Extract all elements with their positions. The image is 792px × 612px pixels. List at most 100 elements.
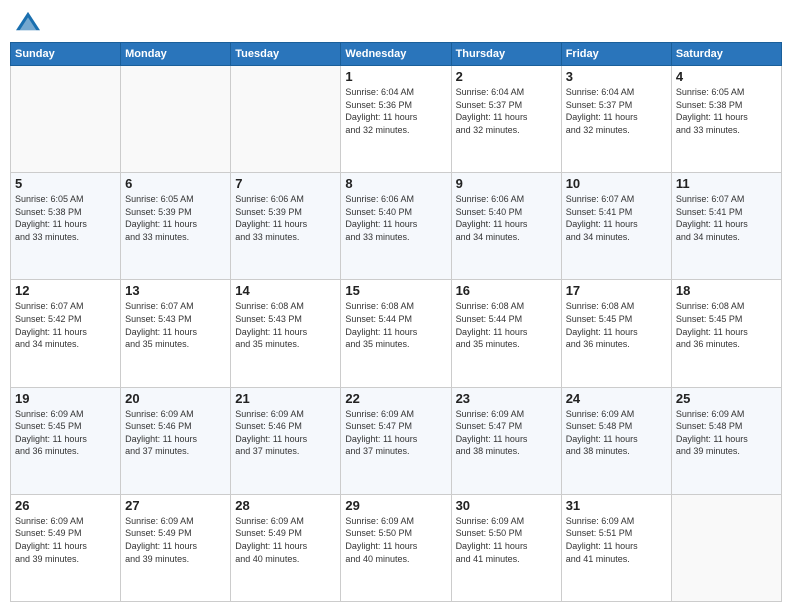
day-number: 30 (456, 498, 557, 513)
day-info: Sunrise: 6:07 AM Sunset: 5:42 PM Dayligh… (15, 300, 116, 350)
calendar-cell: 3 Sunrise: 6:04 AM Sunset: 5:37 PM Daylig… (561, 66, 671, 173)
day-number: 13 (125, 283, 226, 298)
calendar-cell: 8Sunrise: 6:06 AM Sunset: 5:40 PM Daylig… (341, 173, 451, 280)
day-info: Sunrise: 6:09 AM Sunset: 5:48 PM Dayligh… (566, 408, 667, 458)
page: SundayMondayTuesdayWednesdayThursdayFrid… (0, 0, 792, 612)
day-info: Sunrise: 6:09 AM Sunset: 5:46 PM Dayligh… (235, 408, 336, 458)
day-number: 28 (235, 498, 336, 513)
day-number: 15 (345, 283, 446, 298)
day-info: Sunrise: 6:07 AM Sunset: 5:43 PM Dayligh… (125, 300, 226, 350)
calendar-cell: 1Sunrise: 6:04 AM Sunset: 5:36 PM Daylig… (341, 66, 451, 173)
day-info: Sunrise: 6:09 AM Sunset: 5:49 PM Dayligh… (125, 515, 226, 565)
day-number: 19 (15, 391, 116, 406)
day-info: Sunrise: 6:05 AM Sunset: 5:38 PM Dayligh… (15, 193, 116, 243)
weekday-header-row: SundayMondayTuesdayWednesdayThursdayFrid… (11, 43, 782, 66)
day-number: 7 (235, 176, 336, 191)
logo (14, 10, 46, 34)
calendar-cell: 28 Sunrise: 6:09 AM Sunset: 5:49 PM Dayli… (231, 494, 341, 601)
day-info: Sunrise: 6:05 AM Sunset: 5:38 PM Dayligh… (676, 86, 777, 136)
week-row-5: 26 Sunrise: 6:09 AM Sunset: 5:49 PM Dayli… (11, 494, 782, 601)
week-row-3: 12Sunrise: 6:07 AM Sunset: 5:42 PM Dayli… (11, 280, 782, 387)
week-row-4: 19Sunrise: 6:09 AM Sunset: 5:45 PM Dayli… (11, 387, 782, 494)
day-number: 26 (15, 498, 116, 513)
day-info: Sunrise: 6:05 AM Sunset: 5:39 PM Dayligh… (125, 193, 226, 243)
day-number: 6 (125, 176, 226, 191)
calendar-cell: 16 Sunrise: 6:08 AM Sunset: 5:44 PM Dayli… (451, 280, 561, 387)
day-number: 14 (235, 283, 336, 298)
day-info: Sunrise: 6:04 AM Sunset: 5:37 PM Dayligh… (566, 86, 667, 136)
calendar-cell (121, 66, 231, 173)
day-info: Sunrise: 6:04 AM Sunset: 5:37 PM Dayligh… (456, 86, 557, 136)
calendar-cell: 17 Sunrise: 6:08 AM Sunset: 5:45 PM Dayli… (561, 280, 671, 387)
calendar-cell: 14 Sunrise: 6:08 AM Sunset: 5:43 PM Dayli… (231, 280, 341, 387)
calendar-cell: 21 Sunrise: 6:09 AM Sunset: 5:46 PM Dayli… (231, 387, 341, 494)
calendar-cell: 13 Sunrise: 6:07 AM Sunset: 5:43 PM Dayli… (121, 280, 231, 387)
day-info: Sunrise: 6:09 AM Sunset: 5:50 PM Dayligh… (456, 515, 557, 565)
day-number: 31 (566, 498, 667, 513)
day-info: Sunrise: 6:09 AM Sunset: 5:47 PM Dayligh… (456, 408, 557, 458)
weekday-header-wednesday: Wednesday (341, 43, 451, 66)
calendar-cell: 6 Sunrise: 6:05 AM Sunset: 5:39 PM Daylig… (121, 173, 231, 280)
week-row-2: 5 Sunrise: 6:05 AM Sunset: 5:38 PM Daylig… (11, 173, 782, 280)
calendar-cell: 9 Sunrise: 6:06 AM Sunset: 5:40 PM Daylig… (451, 173, 561, 280)
day-number: 21 (235, 391, 336, 406)
day-info: Sunrise: 6:06 AM Sunset: 5:40 PM Dayligh… (456, 193, 557, 243)
day-number: 10 (566, 176, 667, 191)
calendar-cell (671, 494, 781, 601)
calendar-cell: 10Sunrise: 6:07 AM Sunset: 5:41 PM Dayli… (561, 173, 671, 280)
day-number: 24 (566, 391, 667, 406)
calendar-cell: 20 Sunrise: 6:09 AM Sunset: 5:46 PM Dayli… (121, 387, 231, 494)
calendar-cell: 23Sunrise: 6:09 AM Sunset: 5:47 PM Dayli… (451, 387, 561, 494)
weekday-header-saturday: Saturday (671, 43, 781, 66)
calendar-cell: 2 Sunrise: 6:04 AM Sunset: 5:37 PM Daylig… (451, 66, 561, 173)
day-info: Sunrise: 6:09 AM Sunset: 5:51 PM Dayligh… (566, 515, 667, 565)
day-info: Sunrise: 6:08 AM Sunset: 5:43 PM Dayligh… (235, 300, 336, 350)
day-info: Sunrise: 6:09 AM Sunset: 5:50 PM Dayligh… (345, 515, 446, 565)
calendar-table: SundayMondayTuesdayWednesdayThursdayFrid… (10, 42, 782, 602)
day-info: Sunrise: 6:08 AM Sunset: 5:44 PM Dayligh… (456, 300, 557, 350)
day-number: 11 (676, 176, 777, 191)
day-info: Sunrise: 6:06 AM Sunset: 5:39 PM Dayligh… (235, 193, 336, 243)
day-number: 2 (456, 69, 557, 84)
calendar-cell: 29Sunrise: 6:09 AM Sunset: 5:50 PM Dayli… (341, 494, 451, 601)
day-info: Sunrise: 6:07 AM Sunset: 5:41 PM Dayligh… (676, 193, 777, 243)
calendar-cell: 27Sunrise: 6:09 AM Sunset: 5:49 PM Dayli… (121, 494, 231, 601)
calendar-cell: 4Sunrise: 6:05 AM Sunset: 5:38 PM Daylig… (671, 66, 781, 173)
day-number: 17 (566, 283, 667, 298)
day-number: 18 (676, 283, 777, 298)
day-info: Sunrise: 6:09 AM Sunset: 5:49 PM Dayligh… (235, 515, 336, 565)
day-info: Sunrise: 6:08 AM Sunset: 5:44 PM Dayligh… (345, 300, 446, 350)
calendar-cell: 15 Sunrise: 6:08 AM Sunset: 5:44 PM Dayli… (341, 280, 451, 387)
day-number: 20 (125, 391, 226, 406)
calendar-cell: 24 Sunrise: 6:09 AM Sunset: 5:48 PM Dayli… (561, 387, 671, 494)
calendar-cell: 30 Sunrise: 6:09 AM Sunset: 5:50 PM Dayli… (451, 494, 561, 601)
calendar-cell: 7 Sunrise: 6:06 AM Sunset: 5:39 PM Daylig… (231, 173, 341, 280)
calendar-cell: 31 Sunrise: 6:09 AM Sunset: 5:51 PM Dayli… (561, 494, 671, 601)
day-number: 3 (566, 69, 667, 84)
weekday-header-thursday: Thursday (451, 43, 561, 66)
day-number: 9 (456, 176, 557, 191)
day-number: 5 (15, 176, 116, 191)
calendar-cell: 19Sunrise: 6:09 AM Sunset: 5:45 PM Dayli… (11, 387, 121, 494)
weekday-header-tuesday: Tuesday (231, 43, 341, 66)
weekday-header-friday: Friday (561, 43, 671, 66)
day-number: 25 (676, 391, 777, 406)
day-info: Sunrise: 6:09 AM Sunset: 5:46 PM Dayligh… (125, 408, 226, 458)
calendar-cell: 12Sunrise: 6:07 AM Sunset: 5:42 PM Dayli… (11, 280, 121, 387)
calendar-cell: 5 Sunrise: 6:05 AM Sunset: 5:38 PM Daylig… (11, 173, 121, 280)
day-info: Sunrise: 6:08 AM Sunset: 5:45 PM Dayligh… (566, 300, 667, 350)
weekday-header-monday: Monday (121, 43, 231, 66)
day-info: Sunrise: 6:09 AM Sunset: 5:47 PM Dayligh… (345, 408, 446, 458)
day-number: 1 (345, 69, 446, 84)
day-number: 8 (345, 176, 446, 191)
weekday-header-sunday: Sunday (11, 43, 121, 66)
week-row-1: 1Sunrise: 6:04 AM Sunset: 5:36 PM Daylig… (11, 66, 782, 173)
calendar-cell: 18Sunrise: 6:08 AM Sunset: 5:45 PM Dayli… (671, 280, 781, 387)
calendar-cell (11, 66, 121, 173)
calendar-cell (231, 66, 341, 173)
calendar-cell: 25Sunrise: 6:09 AM Sunset: 5:48 PM Dayli… (671, 387, 781, 494)
day-number: 22 (345, 391, 446, 406)
calendar-cell: 22 Sunrise: 6:09 AM Sunset: 5:47 PM Dayli… (341, 387, 451, 494)
day-number: 16 (456, 283, 557, 298)
logo-icon (14, 10, 42, 34)
